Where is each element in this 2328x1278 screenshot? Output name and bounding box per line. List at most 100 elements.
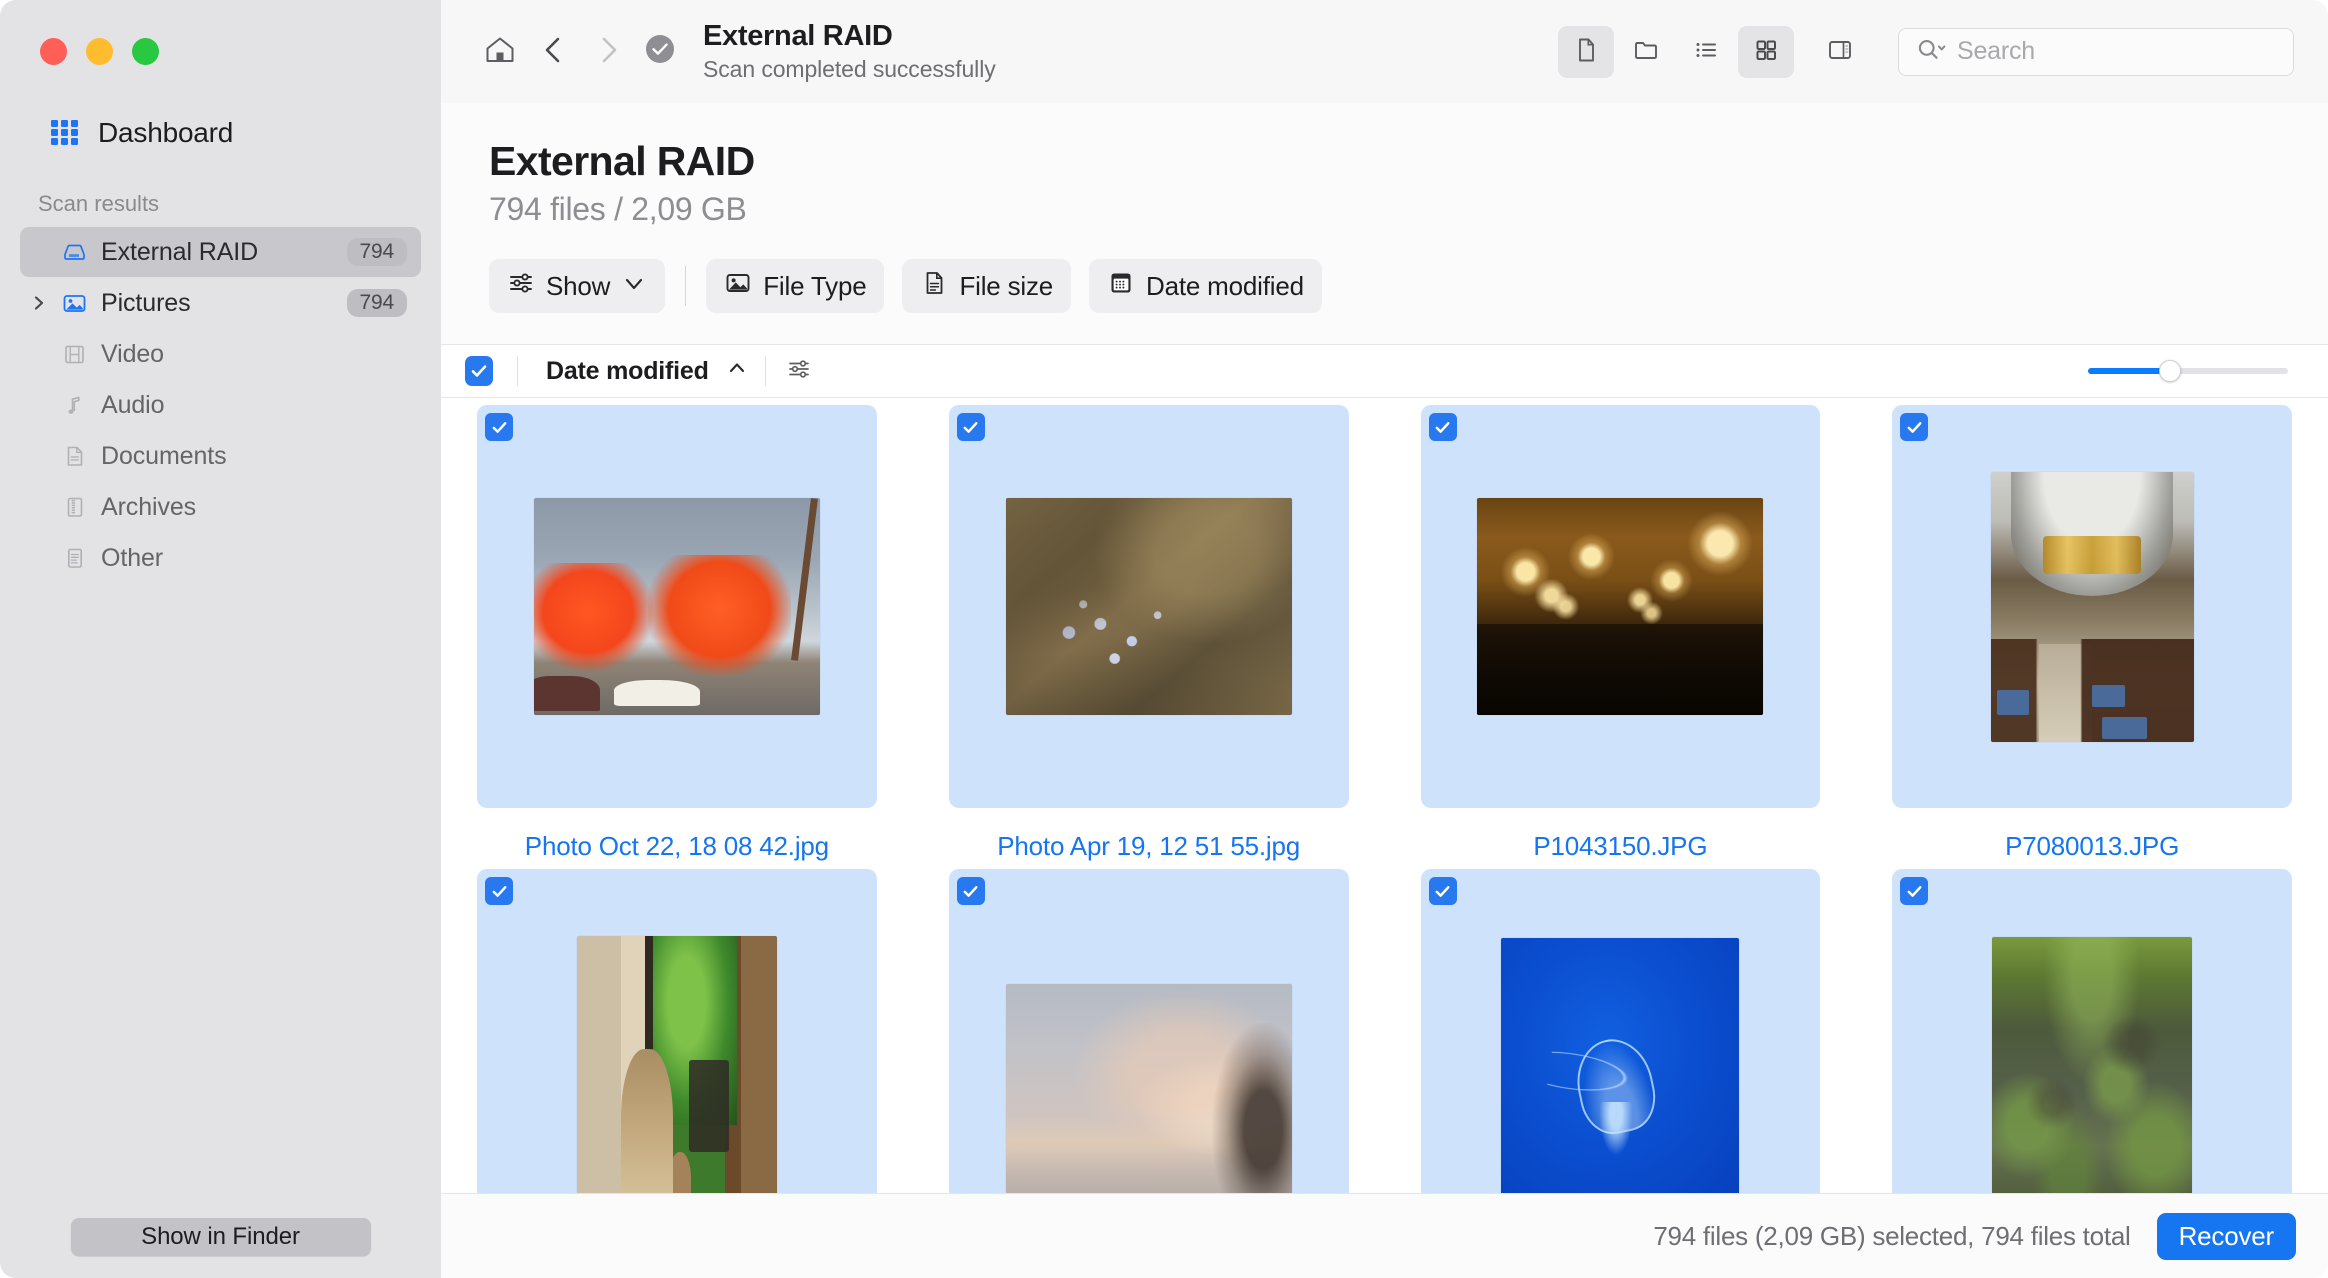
thumbnail-image	[1990, 471, 2194, 742]
search-box[interactable]	[1898, 27, 2294, 76]
sidebar-right-icon	[1825, 35, 1855, 68]
scan-results-section-label: Scan results	[38, 191, 160, 216]
date-modified-filter-button[interactable]: Date modified	[1089, 259, 1322, 314]
show-filter-button[interactable]: Show	[489, 259, 666, 314]
preview-pane-button[interactable]	[1812, 26, 1868, 78]
folder-view-button[interactable]	[1618, 26, 1674, 78]
scan-results-nav: External RAID 794 Pictures 794 Video Aud…	[0, 227, 441, 583]
sort-by-label: Date modified	[546, 356, 709, 385]
list-view-button[interactable]	[1678, 26, 1734, 78]
sidebar-item-dashboard[interactable]: Dashboard	[0, 105, 441, 161]
chevron-left-icon	[537, 33, 571, 70]
file-card[interactable]	[477, 405, 877, 809]
bottom-bar: 794 files (2,09 GB) selected, 794 files …	[441, 1193, 2328, 1278]
file-checkbox[interactable]	[956, 413, 985, 442]
forward-button[interactable]	[581, 25, 635, 79]
grid-cell[interactable]: Photo Apr 19, 12 51 55.jpg	[913, 398, 1385, 862]
file-card[interactable]	[1892, 405, 2292, 809]
sidebar-item-documents[interactable]: Documents	[20, 431, 421, 481]
back-button[interactable]	[527, 25, 581, 79]
toolbar-title-block: External RAID Scan completed successfull…	[703, 20, 996, 84]
select-all-checkbox-wrap[interactable]	[441, 356, 517, 387]
search-input[interactable]	[1957, 37, 2281, 66]
home-icon	[483, 33, 517, 70]
view-mode-group	[1558, 25, 1868, 78]
file-checkbox[interactable]	[1900, 413, 1929, 442]
document-icon	[61, 443, 88, 470]
file-name[interactable]: Photo Apr 19, 12 51 55.jpg	[997, 831, 1300, 862]
recover-button[interactable]: Recover	[2156, 1212, 2296, 1260]
file-name[interactable]: Photo Oct 22, 18 08 42.jpg	[525, 831, 829, 862]
close-button[interactable]	[40, 38, 67, 65]
sort-options-button[interactable]	[766, 356, 832, 387]
file-name[interactable]: P1043150.JPG	[1533, 831, 1707, 862]
file-card[interactable]	[1420, 869, 1821, 1193]
file-card[interactable]	[948, 405, 1349, 809]
date-modified-filter-label: Date modified	[1146, 270, 1304, 301]
picture-icon	[61, 290, 88, 317]
file-checkbox[interactable]	[485, 413, 513, 442]
file-checkbox[interactable]	[1428, 877, 1457, 906]
slider-thumb[interactable]	[2159, 360, 2182, 383]
grid-cell[interactable]: Photo Oct 22, 18 08 42.jpg	[441, 398, 913, 862]
filter-bar: Show File Type File size Date modified	[441, 228, 2328, 345]
grid-cell[interactable]: P7080013.JPG	[1856, 398, 2328, 862]
sidebar-item-external-raid[interactable]: External RAID 794	[20, 227, 421, 277]
document-page-icon	[1571, 35, 1601, 68]
page-subtitle: 794 files / 2,09 GB	[489, 191, 747, 228]
sidebar-item-label: Pictures	[101, 288, 191, 317]
file-checkbox[interactable]	[1900, 877, 1929, 906]
home-button[interactable]	[473, 25, 527, 79]
file-type-filter-button[interactable]: File Type	[706, 259, 885, 314]
show-in-finder-button[interactable]: Show in Finder	[70, 1218, 371, 1256]
file-checkbox[interactable]	[1428, 413, 1457, 442]
grid-view-button[interactable]	[1738, 25, 1794, 78]
sidebar: Dashboard Scan results External RAID 794…	[0, 0, 441, 1278]
sort-by-button[interactable]: Date modified	[518, 356, 765, 387]
grid-cell[interactable]	[1856, 862, 2328, 1193]
thumbnail-image	[576, 935, 777, 1193]
thumbnail-image	[1992, 936, 2193, 1193]
document-icon	[920, 269, 948, 304]
file-view-button[interactable]	[1558, 25, 1614, 78]
file-name[interactable]: P7080013.JPG	[2005, 831, 2179, 862]
file-checkbox[interactable]	[485, 877, 513, 906]
thumbnail-image	[533, 498, 820, 716]
sidebar-item-pictures[interactable]: Pictures 794	[20, 278, 421, 328]
grid-cell[interactable]: P1043150.JPG	[1385, 398, 1857, 862]
search-icon[interactable]	[1915, 36, 1947, 67]
filter-divider	[685, 266, 687, 307]
file-card[interactable]	[1420, 405, 1821, 809]
sidebar-item-label: Documents	[101, 441, 227, 470]
grid-cell[interactable]	[1385, 862, 1857, 1193]
file-card[interactable]	[948, 869, 1349, 1193]
sidebar-item-audio[interactable]: Audio	[20, 380, 421, 430]
select-all-checkbox[interactable]	[465, 356, 493, 387]
app-window: Dashboard Scan results External RAID 794…	[0, 0, 2328, 1278]
grid-cell[interactable]	[913, 862, 1385, 1193]
thumbnail-image	[1005, 984, 1292, 1193]
sliders-icon	[786, 356, 812, 387]
file-card[interactable]	[477, 869, 877, 1193]
film-icon	[61, 341, 88, 368]
chevron-right-icon[interactable]	[30, 294, 48, 312]
sidebar-item-label: Archives	[101, 492, 197, 521]
file-checkbox[interactable]	[956, 877, 985, 906]
thumbnail-wrap	[949, 405, 1349, 808]
file-size-filter-button[interactable]: File size	[902, 259, 1072, 314]
file-grid-scroll[interactable]: Photo Oct 22, 18 08 42.jpg Photo Apr 19,…	[441, 398, 2328, 1193]
dashboard-label: Dashboard	[98, 117, 234, 148]
thumbnail-wrap	[1892, 405, 2292, 808]
grid-cell[interactable]	[441, 862, 913, 1193]
sidebar-item-video[interactable]: Video	[20, 329, 421, 379]
minimize-button[interactable]	[86, 38, 113, 65]
file-size-filter-label: File size	[959, 270, 1054, 301]
file-card[interactable]	[1892, 869, 2292, 1193]
sort-bar: Date modified	[441, 344, 2328, 399]
sidebar-item-other[interactable]: Other	[20, 533, 421, 583]
sidebar-item-archives[interactable]: Archives	[20, 482, 421, 532]
chevron-up-icon[interactable]	[725, 356, 749, 387]
zoom-button[interactable]	[132, 38, 159, 65]
thumbnail-size-slider[interactable]	[2088, 360, 2288, 383]
toolbar-subtitle: Scan completed successfully	[703, 55, 996, 82]
